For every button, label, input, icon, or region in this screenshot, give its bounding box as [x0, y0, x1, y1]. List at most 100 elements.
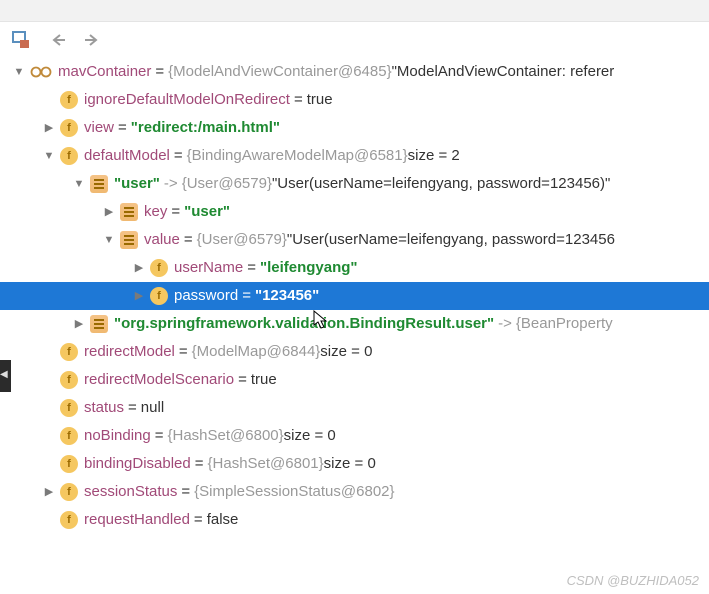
text-part: redirectModel [84, 338, 175, 366]
node-noBinding[interactable]: f noBinding = {HashSet@6800} size = 0 [0, 422, 709, 450]
text-part: size = 2 [408, 142, 460, 170]
text-part: redirectModelScenario [84, 366, 234, 394]
node-requestHandled[interactable]: frequestHandled = false [0, 506, 709, 534]
entry-icon [90, 175, 108, 193]
text-part: "User(userName=leifengyang, password=123… [272, 170, 610, 198]
field-icon: f [60, 119, 78, 137]
text-part: = [181, 478, 190, 506]
chevron-right-icon[interactable]: ▶ [132, 254, 146, 282]
chevron-down-icon[interactable]: ▼ [102, 226, 116, 254]
text-part: noBinding [84, 422, 151, 450]
text-part: false [207, 506, 239, 534]
text-part: {ModelMap@6844} [192, 338, 321, 366]
node-bindingResult[interactable]: ▶ "org.springframework.validation.Binding… [0, 310, 709, 338]
entry-icon [90, 315, 108, 333]
entry-icon [120, 231, 138, 249]
chevron-down-icon[interactable]: ▼ [42, 142, 56, 170]
text-part: "redirect:/main.html" [131, 114, 280, 142]
node-key[interactable]: ▶key = "user" [0, 198, 709, 226]
watermark: CSDN @BUZHIDA052 [567, 573, 699, 588]
text-part: password [174, 282, 238, 310]
text-part: = [171, 198, 180, 226]
chevron-right-icon[interactable]: ▶ [132, 282, 146, 310]
forward-icon[interactable] [84, 33, 100, 47]
text-part: -> [498, 310, 512, 338]
chevron-right-icon[interactable]: ▶ [102, 198, 116, 226]
text-part: {HashSet@6800} [168, 422, 284, 450]
node-sessionStatus[interactable]: ▶f sessionStatus = {SimpleSessionStatus@6… [0, 478, 709, 506]
text-part: bindingDisabled [84, 450, 191, 478]
text-part: size = 0 [324, 450, 376, 478]
text-part: true [251, 366, 277, 394]
text-part: = [179, 338, 188, 366]
text-part: = [118, 114, 127, 142]
text-part: "user" [114, 170, 160, 198]
node-view[interactable]: ▶fview = "redirect:/main.html" [0, 114, 709, 142]
text-part: -> [164, 170, 178, 198]
node-defaultModel[interactable]: ▼f defaultModel = {BindingAwareModelMap@6… [0, 142, 709, 170]
field-icon: f [60, 455, 78, 473]
field-icon: f [60, 483, 78, 501]
left-drawer-handle[interactable] [0, 360, 11, 392]
text-part: size = 0 [284, 422, 336, 450]
variable-tree[interactable]: ▼mavContainer = {ModelAndViewContainer@6… [0, 58, 709, 534]
text-part: = [128, 394, 137, 422]
text-part: null [141, 394, 164, 422]
text-part: "org.springframework.validation.BindingR… [114, 310, 494, 338]
node-map-user[interactable]: ▼"user" -> {User@6579} "User(userName=le… [0, 170, 709, 198]
chevron-right-icon[interactable]: ▶ [42, 114, 56, 142]
field-icon: f [60, 399, 78, 417]
capture-icon[interactable] [12, 31, 32, 49]
text-part: = [294, 86, 303, 114]
field-icon: f [60, 511, 78, 529]
text-part: "123456" [255, 282, 319, 310]
field-icon: f [60, 371, 78, 389]
text-part: {BindingAwareModelMap@6581} [187, 142, 408, 170]
text-part: status [84, 394, 124, 422]
chevron-down-icon[interactable]: ▼ [72, 170, 86, 198]
node-userName[interactable]: ▶f userName = "leifengyang" [0, 254, 709, 282]
text-part: = [155, 422, 164, 450]
text-part: userName [174, 254, 243, 282]
top-border [0, 0, 709, 22]
text-part: = [184, 226, 193, 254]
field-icon: f [150, 287, 168, 305]
chevron-right-icon[interactable]: ▶ [42, 478, 56, 506]
chevron-right-icon[interactable]: ▶ [72, 310, 86, 338]
text-part: "leifengyang" [260, 254, 358, 282]
field-icon: f [150, 259, 168, 277]
node-ignoreDefaultModelOnRedirect[interactable]: fignoreDefaultModelOnRedirect = true [0, 86, 709, 114]
text-part: {User@6579} [197, 226, 287, 254]
text-part: value [144, 226, 180, 254]
text-part: = [242, 282, 251, 310]
text-part: requestHandled [84, 506, 190, 534]
text-part: = [195, 450, 204, 478]
node-mavContainer[interactable]: ▼mavContainer = {ModelAndViewContainer@6… [0, 58, 709, 86]
node-redirectModel[interactable]: f redirectModel = {ModelMap@6844} size = … [0, 338, 709, 366]
node-bindingDisabled[interactable]: f bindingDisabled = {HashSet@6801} size =… [0, 450, 709, 478]
text-part: {HashSet@6801} [208, 450, 324, 478]
text-part: "User(userName=leifengyang, password=123… [287, 226, 615, 254]
field-icon: f [60, 427, 78, 445]
text-part: defaultModel [84, 142, 170, 170]
text-part: = [247, 254, 256, 282]
node-value[interactable]: ▼ value = {User@6579} "User(userName=leif… [0, 226, 709, 254]
text-part: "user" [184, 198, 230, 226]
back-icon[interactable] [50, 33, 66, 47]
field-icon: f [60, 343, 78, 361]
text-part: size = 0 [320, 338, 372, 366]
text-part: "ModelAndViewContainer: referer [392, 58, 615, 86]
text-part: {BeanProperty [516, 310, 613, 338]
node-redirectModelScenario[interactable]: f redirectModelScenario = true [0, 366, 709, 394]
node-password[interactable]: ▶f password = "123456" [0, 282, 709, 310]
node-status[interactable]: fstatus = null [0, 394, 709, 422]
text-part: true [307, 86, 333, 114]
text-part: {ModelAndViewContainer@6485} [168, 58, 391, 86]
text-part: = [174, 142, 183, 170]
text-part: {SimpleSessionStatus@6802} [194, 478, 394, 506]
field-icon: f [60, 91, 78, 109]
text-part: sessionStatus [84, 478, 177, 506]
field-icon: f [60, 147, 78, 165]
text-part: = [238, 366, 247, 394]
chevron-down-icon[interactable]: ▼ [12, 58, 26, 86]
